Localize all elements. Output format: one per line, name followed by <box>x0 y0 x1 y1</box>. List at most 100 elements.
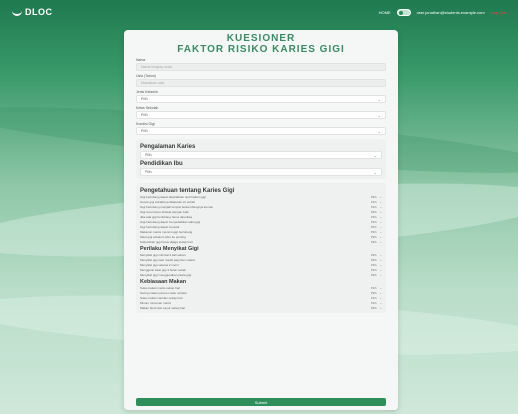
question-text: Sikat gigi sebelum tidur itu penting <box>140 234 186 239</box>
dropdown-select[interactable]: Pilih ⌄ <box>136 127 386 135</box>
chevron-down-icon: ⌄ <box>379 234 382 239</box>
answer-value: Pilih <box>370 224 377 229</box>
questionnaire-card: KUESIONER FAKTOR RISIKO KARIES GIGI Nama… <box>124 30 398 410</box>
question-text: Sering makan permen atau cokelat <box>140 290 187 295</box>
pendidikan-select[interactable]: Pilih ⌄ <box>140 168 382 176</box>
chevron-down-icon: ⌄ <box>379 257 382 262</box>
user-email: user.jonathan@students.example.com <box>416 9 485 15</box>
answer-value: Pilih <box>370 262 377 267</box>
questions-section: Pengetahuan tentang Karies Gigi Gigi ber… <box>136 183 386 313</box>
answer-select[interactable]: Pilih ⌄ <box>371 301 382 305</box>
text-input[interactable]: Masukkan usia <box>136 79 386 87</box>
answer-select[interactable]: Pilih ⌄ <box>371 240 382 244</box>
question-text: Minum minuman manis <box>140 300 172 305</box>
field-label: Kelas Sekolah <box>136 106 159 110</box>
answer-select[interactable]: Pilih ⌄ <box>371 225 382 229</box>
field-label: Jenis Kelamin <box>136 90 158 94</box>
dropdown-select[interactable]: Pilih ⌄ <box>136 95 386 103</box>
answer-select[interactable]: Pilih ⌄ <box>371 205 382 209</box>
chevron-down-icon: ⌄ <box>379 290 382 295</box>
answer-select[interactable]: Pilih ⌄ <box>371 296 382 300</box>
form-title: KUESIONER FAKTOR RISIKO KARIES GIGI <box>177 33 345 55</box>
chevron-down-icon: ⌄ <box>373 169 377 175</box>
answer-value: Pilih <box>370 229 377 234</box>
answer-value: Pilih <box>370 295 377 300</box>
text-input[interactable]: Nama lengkap anak <box>136 63 386 71</box>
chevron-down-icon: ⌄ <box>379 219 382 224</box>
answer-select[interactable]: Pilih ⌄ <box>371 253 382 257</box>
pengalaman-select[interactable]: Pilih ⌄ <box>140 151 382 159</box>
logout-link[interactable]: Log Out <box>491 10 506 15</box>
chevron-down-icon: ⌄ <box>379 239 382 244</box>
answer-select[interactable]: Pilih ⌄ <box>371 268 382 272</box>
theme-toggle[interactable] <box>396 8 411 16</box>
answer-value: Pilih <box>370 285 377 290</box>
field-label: Kondisi Gigi <box>136 122 155 126</box>
chevron-down-icon: ⌄ <box>379 214 382 219</box>
answer-value: Pilih <box>370 305 377 310</box>
select-value: Pilih <box>141 113 148 117</box>
answer-select[interactable]: Pilih ⌄ <box>371 258 382 262</box>
answer-value: Pilih <box>370 252 377 257</box>
question-text: Suka makan manis setiap hari <box>140 285 181 290</box>
chevron-down-icon: ⌄ <box>379 267 382 272</box>
answer-value: Pilih <box>370 300 377 305</box>
logo[interactable]: DLOC <box>12 7 53 17</box>
logo-text: DLOC <box>25 7 53 17</box>
answer-select[interactable]: Pilih ⌄ <box>371 291 382 295</box>
question-text: Menyikat gigi saat mandi pagi dan malam <box>140 257 196 262</box>
perilaku-questions: Menyikat gigi minimal 2 kali sehari Pilih… <box>140 252 382 277</box>
answer-value: Pilih <box>370 272 377 277</box>
question-text: Mengganti sikat gigi 3 bulan sekali <box>140 267 186 272</box>
nav-home-link[interactable]: HOME <box>379 10 391 15</box>
answer-value: Pilih <box>370 219 377 224</box>
answer-select[interactable]: Pilih ⌄ <box>371 235 382 239</box>
dropdown-select[interactable]: Pilih ⌄ <box>136 111 386 119</box>
chevron-down-icon: ⌄ <box>377 96 381 102</box>
pengetahuan-questions: Gigi berlubang dapat disebabkan oleh bak… <box>140 194 382 244</box>
question-text: Gigi berlubang dapat disebabkan oleh bak… <box>140 194 206 199</box>
chevron-down-icon: ⌄ <box>379 204 382 209</box>
answer-select[interactable]: Pilih ⌄ <box>371 286 382 290</box>
answer-value: Pilih <box>370 234 377 239</box>
chevron-down-icon: ⌄ <box>379 262 382 267</box>
pengalaman-title: Pengalaman Karies <box>140 144 196 150</box>
chevron-down-icon: ⌄ <box>379 229 382 234</box>
pendidikan-title: Pendidikan Ibu <box>140 161 183 167</box>
question-text: Menyikat gigi menggunakan pasta gigi <box>140 272 192 277</box>
question-row: Menyikat gigi menggunakan pasta gigi Pili… <box>140 272 382 277</box>
question-row: Kebersihan gigi harus dijaga setiap hari… <box>140 239 382 244</box>
field-label: Usia (Tahun) <box>136 74 156 78</box>
chevron-down-icon: ⌄ <box>379 194 382 199</box>
chevron-down-icon: ⌄ <box>379 224 382 229</box>
answer-select[interactable]: Pilih ⌄ <box>371 195 382 199</box>
question-text: Gigi berlubang dapat menyebabkan sakit g… <box>140 219 201 224</box>
question-text: Gigi berlubang menjadi tempat berkembang… <box>140 204 214 209</box>
question-text: Makanan manis memicu gigi berlubang <box>140 229 193 234</box>
question-text: Kebersihan gigi harus dijaga setiap hari <box>140 239 193 244</box>
submit-button[interactable]: Submit <box>136 398 386 406</box>
answer-select[interactable]: Pilih ⌄ <box>371 200 382 204</box>
answer-select[interactable]: Pilih ⌄ <box>371 273 382 277</box>
question-text: Gigi berlubang dapat menular <box>140 224 180 229</box>
answer-value: Pilih <box>370 204 377 209</box>
answer-value: Pilih <box>370 194 377 199</box>
kebiasaan-questions: Suka makan manis setiap hari Pilih ⌄ Sering… <box>140 285 382 310</box>
answer-select[interactable]: Pilih ⌄ <box>371 263 382 267</box>
answer-select[interactable]: Pilih ⌄ <box>371 230 382 234</box>
question-text: Menyikat gigi selama 2 menit <box>140 262 179 267</box>
answer-select[interactable]: Pilih ⌄ <box>371 210 382 214</box>
answer-select[interactable]: Pilih ⌄ <box>371 220 382 224</box>
question-text: Menyikat gigi minimal 2 kali sehari <box>140 252 186 257</box>
answer-value: Pilih <box>370 239 377 244</box>
chevron-down-icon: ⌄ <box>377 128 381 134</box>
chevron-down-icon: ⌄ <box>379 272 382 277</box>
question-text: Gigi susu harus dirawat dengan baik <box>140 209 189 214</box>
select-value: Pilih <box>141 97 148 101</box>
chevron-down-icon: ⌄ <box>379 295 382 300</box>
chevron-down-icon: ⌄ <box>373 152 377 158</box>
answer-select[interactable]: Pilih ⌄ <box>371 306 382 310</box>
question-text: Makan buah dan sayur setiap hari <box>140 305 186 310</box>
chevron-down-icon: ⌄ <box>377 112 381 118</box>
answer-select[interactable]: Pilih ⌄ <box>371 215 382 219</box>
